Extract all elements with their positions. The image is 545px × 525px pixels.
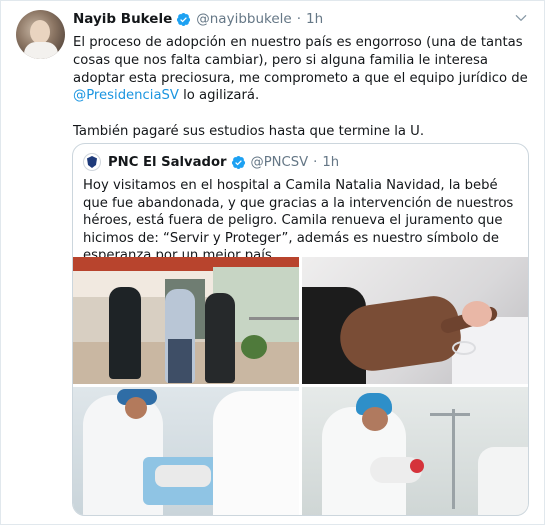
tweet-text-para2: También pagaré sus estudios hasta que te… — [73, 124, 425, 140]
tweet-card[interactable]: Nayib Bukele @nayibbukele · 1h El proces… — [0, 0, 545, 525]
quoted-tweet[interactable]: PNC El Salvador @PNCSV · 1h Hoy visitamo… — [72, 143, 529, 516]
quoted-timestamp[interactable]: 1h — [322, 155, 339, 170]
photo-grid — [73, 257, 528, 515]
photo-holding-baby[interactable] — [302, 387, 528, 515]
mention-link[interactable]: @PresidenciaSV — [73, 88, 179, 103]
photo-baby-hand[interactable] — [302, 257, 528, 384]
quoted-author-name[interactable]: PNC El Salvador — [108, 155, 227, 170]
tweet-header: Nayib Bukele @nayibbukele · 1h — [73, 9, 323, 29]
tweet-text-part1: El proceso de adopción en nuestro país e… — [73, 35, 528, 86]
photo-hospital-hallway[interactable] — [73, 257, 299, 384]
quoted-author-handle[interactable]: @PNCSV — [251, 155, 309, 170]
author-name[interactable]: Nayib Bukele — [73, 11, 172, 27]
verified-badge-icon — [177, 12, 191, 26]
separator-dot: · — [313, 154, 318, 170]
author-avatar[interactable] — [16, 10, 65, 59]
quoted-avatar[interactable] — [83, 153, 101, 171]
tweet-text-part2: lo agilizará. — [178, 88, 260, 104]
chevron-down-icon[interactable] — [514, 11, 528, 25]
verified-badge-icon — [231, 155, 245, 169]
separator-dot: · — [296, 11, 302, 27]
author-handle[interactable]: @nayibbukele — [196, 11, 291, 27]
tweet-timestamp[interactable]: 1h — [306, 11, 323, 27]
tweet-text: El proceso de adopción en nuestro país e… — [73, 34, 533, 141]
photo-officer-crib[interactable] — [73, 387, 299, 515]
quoted-text: Hoy visitamos en el hospital a Camila Na… — [83, 178, 514, 264]
quoted-header: PNC El Salvador @PNCSV · 1h — [83, 153, 339, 171]
